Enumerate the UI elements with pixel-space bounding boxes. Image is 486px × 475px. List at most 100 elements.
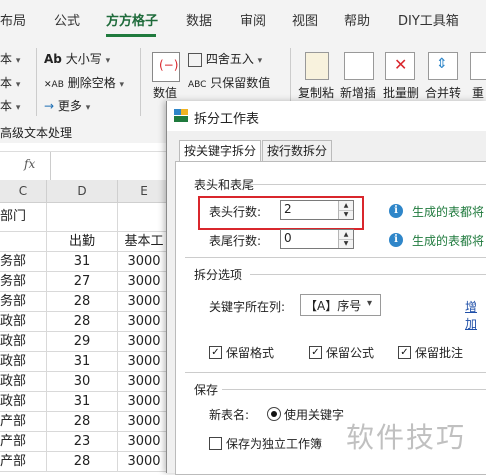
table-cell[interactable]: 务部 bbox=[0, 292, 47, 312]
table-cell[interactable]: 28 bbox=[47, 312, 118, 332]
table-cell[interactable]: 27 bbox=[47, 272, 118, 292]
dialog-title: 拆分工作表 bbox=[194, 112, 260, 127]
copy-paste-button[interactable]: 复制粘 bbox=[298, 84, 334, 101]
table-cell[interactable]: 3000 bbox=[118, 312, 171, 332]
use-keyword-radio[interactable] bbox=[267, 407, 281, 421]
table-cell[interactable]: 政部 bbox=[0, 312, 47, 332]
tab-help[interactable]: 帮助 bbox=[344, 10, 370, 29]
section-divider bbox=[222, 389, 486, 390]
table-cell[interactable]: 30 bbox=[47, 372, 118, 392]
table-cell[interactable]: 28 bbox=[47, 292, 118, 312]
table-cell[interactable]: 政部 bbox=[0, 372, 47, 392]
table-cell[interactable]: 政部 bbox=[0, 332, 47, 352]
table-cell[interactable]: 出勤 bbox=[47, 232, 118, 252]
table-cell[interactable]: 产部 bbox=[0, 432, 47, 452]
table-cell[interactable]: 政部 bbox=[0, 392, 47, 412]
table-cell[interactable]: 31 bbox=[47, 252, 118, 272]
footer-rows-value[interactable]: 0 bbox=[284, 231, 292, 245]
tab-fangfang[interactable]: 方方格子 bbox=[106, 10, 158, 29]
section-divider bbox=[250, 274, 486, 275]
tab-split-by-rows[interactable]: 按行数拆分 bbox=[262, 140, 333, 162]
table-cell[interactable]: 3000 bbox=[118, 272, 171, 292]
table-cell[interactable]: 31 bbox=[47, 392, 118, 412]
text-case-button[interactable]: Ab 大小写 ▾ bbox=[44, 50, 110, 67]
footer-rows-spinner[interactable]: 0 ▲ ▼ bbox=[280, 229, 354, 249]
text-case-icon: Ab bbox=[44, 52, 62, 66]
table-cell[interactable]: 务部 bbox=[0, 252, 47, 272]
save-section-title: 保存 bbox=[194, 383, 219, 397]
table-cell[interactable]: 29 bbox=[47, 332, 118, 352]
table-cell[interactable]: 政部 bbox=[0, 352, 47, 372]
table-cell[interactable]: 产部 bbox=[0, 412, 47, 432]
spin-down-icon[interactable]: ▼ bbox=[339, 210, 353, 219]
numeric-button[interactable]: 数值 bbox=[153, 84, 177, 101]
table-cell[interactable]: 28 bbox=[47, 452, 118, 472]
section-divider bbox=[185, 372, 486, 373]
footer-rows-label: 表尾行数: bbox=[209, 234, 262, 248]
function-icon[interactable]: fx bbox=[24, 157, 35, 171]
key-column-value: 【A】序号 bbox=[305, 299, 362, 313]
ribbon-divider bbox=[140, 48, 141, 116]
table-cell[interactable]: 基本工 bbox=[118, 232, 171, 252]
tab-review[interactable]: 审阅 bbox=[240, 10, 266, 29]
merge-convert-button[interactable]: 合并转 bbox=[425, 84, 461, 101]
table-cell[interactable]: 31 bbox=[47, 352, 118, 372]
table-cell[interactable]: 3000 bbox=[118, 352, 171, 372]
chevron-down-icon: ▾ bbox=[367, 298, 373, 309]
table-cell[interactable]: 3000 bbox=[118, 292, 171, 312]
repeat-icon bbox=[470, 52, 486, 80]
keep-format-checkbox[interactable]: ✓ bbox=[209, 346, 222, 359]
spin-down-icon[interactable]: ▼ bbox=[339, 239, 353, 248]
add-link[interactable]: 增加 bbox=[465, 298, 486, 332]
keep-comment-checkbox[interactable]: ✓ bbox=[398, 346, 411, 359]
table-cell[interactable] bbox=[118, 203, 171, 232]
insert-button[interactable]: 新增插 bbox=[340, 84, 376, 101]
header-rows-value[interactable]: 2 bbox=[284, 202, 292, 216]
info-icon: i bbox=[389, 204, 403, 218]
header-rows-spinner[interactable]: 2 ▲ ▼ bbox=[280, 200, 354, 220]
table-cell[interactable]: 部门 bbox=[0, 203, 47, 232]
table-cell[interactable]: 3000 bbox=[118, 432, 171, 452]
column-header-e[interactable]: E bbox=[118, 180, 171, 203]
column-header-d[interactable]: D bbox=[47, 180, 118, 203]
dialog-titlebar[interactable]: 拆分工作表 bbox=[167, 101, 486, 131]
tab-data[interactable]: 数据 bbox=[186, 10, 212, 29]
new-name-label: 新表名: bbox=[209, 408, 250, 422]
tab-layout[interactable]: 布局 bbox=[0, 10, 26, 29]
merge-icon: ⇕ bbox=[428, 52, 458, 80]
ribbon-left-item-3[interactable]: 本 ▾ bbox=[0, 97, 20, 114]
repeat-button[interactable]: 重 bbox=[472, 84, 484, 101]
table-cell[interactable]: 务部 bbox=[0, 272, 47, 292]
table-cell[interactable]: 3000 bbox=[118, 412, 171, 432]
table-cell[interactable]: 3000 bbox=[118, 252, 171, 272]
tab-view[interactable]: 视图 bbox=[292, 10, 318, 29]
ribbon-left-item-2[interactable]: 本 ▾ bbox=[0, 74, 20, 91]
save-independent-label: 保存为独立工作簿 bbox=[226, 437, 323, 451]
app-icon bbox=[174, 109, 188, 122]
delete-space-button[interactable]: ✕AB 删除空格 ▾ bbox=[44, 74, 124, 91]
table-cell[interactable]: 23 bbox=[47, 432, 118, 452]
tab-split-by-keyword[interactable]: 按关键字拆分 bbox=[179, 140, 262, 163]
table-cell[interactable]: 28 bbox=[47, 412, 118, 432]
name-box[interactable] bbox=[0, 152, 14, 180]
keep-format-label: 保留格式 bbox=[226, 346, 275, 360]
ribbon-left-item-1[interactable]: 本 ▾ bbox=[0, 50, 20, 67]
tab-diy-toolbox[interactable]: DIY工具箱 bbox=[398, 10, 459, 29]
key-column-select[interactable]: 【A】序号 ▾ bbox=[300, 294, 381, 316]
table-cell[interactable]: 3000 bbox=[118, 372, 171, 392]
table-cell[interactable] bbox=[47, 203, 118, 232]
tab-formulas[interactable]: 公式 bbox=[54, 10, 80, 29]
table-cell[interactable]: 3000 bbox=[118, 332, 171, 352]
keep-formula-checkbox[interactable]: ✓ bbox=[309, 346, 322, 359]
table-cell[interactable]: 3000 bbox=[118, 452, 171, 472]
column-header-c[interactable]: C bbox=[0, 180, 47, 203]
table-cell[interactable] bbox=[0, 232, 47, 252]
more-button[interactable]: → 更多 ▾ bbox=[44, 97, 90, 114]
table-cell[interactable]: 3000 bbox=[118, 392, 171, 412]
save-independent-checkbox[interactable] bbox=[209, 437, 222, 450]
ribbon-divider bbox=[36, 48, 37, 116]
batch-delete-button[interactable]: 批量删 bbox=[383, 84, 419, 101]
round-button[interactable]: 四舍五入 ▾ bbox=[188, 50, 262, 67]
keep-numbers-button[interactable]: ABC 只保留数值 bbox=[188, 74, 270, 91]
table-cell[interactable]: 产部 bbox=[0, 452, 47, 472]
